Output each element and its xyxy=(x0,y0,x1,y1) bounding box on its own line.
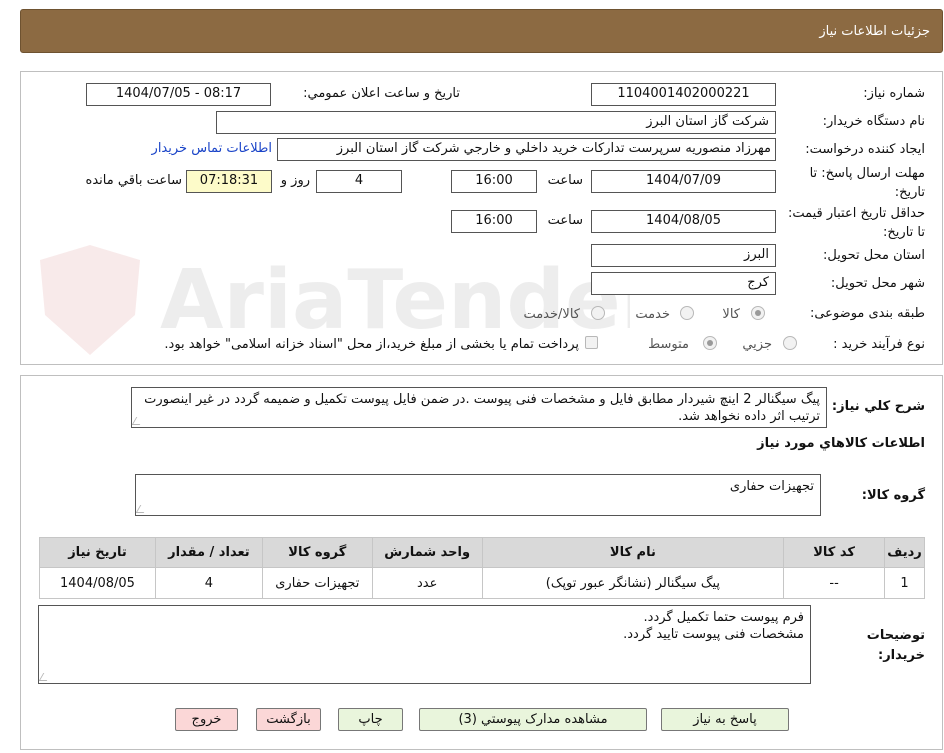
buyer-note-line: مشخصات فنی پیوست تایید گردد. xyxy=(623,627,804,642)
column-header: نام کالا xyxy=(481,537,785,568)
resize-grip-icon[interactable] xyxy=(135,505,149,513)
city-label: شهر محل تحويل: xyxy=(830,276,925,291)
process-label: نوع فرآيند خريد : xyxy=(833,337,925,352)
table-cell: 4 xyxy=(154,567,263,599)
description-textarea[interactable]: پیگ سیگنالر 2 اینچ شیردار مطابق فایل و م… xyxy=(131,387,827,428)
view-attachments-button[interactable]: مشاهده مدارک پيوستي (3) xyxy=(419,708,647,731)
announce-label: تاریخ و ساعت اعلان عمومي: xyxy=(303,86,460,101)
page-header: جزئیات اطلاعات نیاز xyxy=(20,9,943,53)
validity-date-field[interactable]: 1404/08/05 xyxy=(591,210,776,233)
send-time-label: ساعت xyxy=(547,173,583,188)
print-button[interactable]: چاپ xyxy=(338,708,403,731)
description-text: پیگ سیگنالر 2 اینچ شیردار مطابق فایل و م… xyxy=(144,392,820,424)
goods-table: رديف کد کالا نام کالا واحد شمارش گروه کا… xyxy=(39,537,925,599)
validity-label: حداقل تاريخ اعتبار قيمت: تا تاریخ: xyxy=(787,206,925,240)
table-cell: 1 xyxy=(884,567,925,599)
category-radio-service[interactable] xyxy=(680,306,694,320)
resize-grip-icon[interactable] xyxy=(131,417,145,425)
category-option-goods: کالا xyxy=(722,307,740,322)
province-field[interactable]: البرز xyxy=(591,244,776,267)
contact-buyer-link[interactable]: اطلاعات تماس خريدار xyxy=(152,141,272,156)
exit-button[interactable]: خروج xyxy=(175,708,238,731)
buyer-org-label: نام دستگاه خريدار: xyxy=(822,114,925,129)
goods-group-textarea[interactable]: تجهیزات حفاری xyxy=(135,474,821,516)
column-header: گروه کالا xyxy=(261,537,373,568)
page-title: جزئیات اطلاعات نیاز xyxy=(819,24,930,39)
creator-field[interactable]: مهرزاد منصوريه سرپرست تداركات خريد داخلي… xyxy=(277,138,776,161)
table-header-row: رديف کد کالا نام کالا واحد شمارش گروه کا… xyxy=(39,537,925,568)
buyer-notes-textarea[interactable]: فرم پیوست حتما تکمیل گردد. مشخصات فنی پی… xyxy=(38,605,811,684)
table-cell: 1404/08/05 xyxy=(39,567,156,599)
description-label: شرح کلي نياز: xyxy=(831,399,925,414)
need-number-label: شماره نیاز: xyxy=(863,86,925,101)
resize-grip-icon[interactable] xyxy=(38,673,52,681)
category-option-both: کالا/خدمت xyxy=(523,307,580,322)
buyer-org-field[interactable]: شرکت گاز استان البرز xyxy=(216,111,776,134)
column-header: کد کالا xyxy=(783,537,886,568)
creator-label: ايجاد کننده درخواست: xyxy=(805,142,925,157)
column-header: رديف xyxy=(884,537,925,568)
column-header: تاریخ نیاز xyxy=(39,537,156,568)
payment-note: پرداخت تمام يا بخشی از مبلغ خريد،از محل … xyxy=(164,337,579,352)
city-field[interactable]: کرج xyxy=(591,272,776,295)
process-radio-medium[interactable] xyxy=(703,336,717,350)
goods-group-value: تجهیزات حفاری xyxy=(729,479,814,494)
shield-icon xyxy=(40,245,140,355)
buyer-note-line: فرم پیوست حتما تکمیل گردد. xyxy=(643,610,804,625)
days-label: روز و xyxy=(280,173,310,188)
reply-button[interactable]: پاسخ به نياز xyxy=(661,708,789,731)
validity-time-field[interactable]: 16:00 xyxy=(451,210,537,233)
category-option-service: خدمت xyxy=(635,307,670,322)
watermark-text: AriaTender.neT xyxy=(160,253,630,348)
column-header: واحد شمارش xyxy=(371,537,483,568)
treasury-checkbox[interactable] xyxy=(585,336,598,349)
table-cell: پیگ سیگنالر (نشانگر عبور توپک) xyxy=(481,567,785,599)
days-field: 4 xyxy=(316,170,402,193)
process-radio-minor[interactable] xyxy=(783,336,797,350)
goods-section-title: اطلاعات کالاهاي مورد نياز xyxy=(757,436,925,451)
column-header: تعداد / مقدار xyxy=(154,537,263,568)
category-radio-both[interactable] xyxy=(591,306,605,320)
need-number-field[interactable]: 1104001402000221 xyxy=(591,83,776,106)
province-label: استان محل تحويل: xyxy=(823,248,925,263)
send-date-field[interactable]: 1404/07/09 xyxy=(591,170,776,193)
back-button[interactable]: بازگشت xyxy=(256,708,321,731)
validity-time-label: ساعت xyxy=(547,213,583,228)
announce-field[interactable]: 1404/07/05 - 08:17 xyxy=(86,83,271,106)
process-option-medium: متوسط xyxy=(648,337,689,352)
table-row[interactable]: 1 -- پیگ سیگنالر (نشانگر عبور توپک) عدد … xyxy=(39,567,925,599)
table-cell: -- xyxy=(783,567,886,599)
process-option-minor: جزيي xyxy=(742,337,772,352)
remaining-time-field: 07:18:31 xyxy=(186,170,272,193)
category-radio-goods[interactable] xyxy=(751,306,765,320)
category-label: طبقه بندی موضوعی: xyxy=(809,306,925,321)
table-cell: عدد xyxy=(371,567,483,599)
table-cell: تجهیزات حفاری xyxy=(261,567,373,599)
buyer-notes-label: توضيحات خريدار: xyxy=(866,628,925,663)
remaining-label: ساعت باقي مانده xyxy=(85,173,182,188)
send-deadline-label: مهلت ارسال پاسخ: تا تاریخ: xyxy=(809,166,925,200)
goods-group-label: گروه کالا: xyxy=(861,488,925,503)
send-time-field[interactable]: 16:00 xyxy=(451,170,537,193)
